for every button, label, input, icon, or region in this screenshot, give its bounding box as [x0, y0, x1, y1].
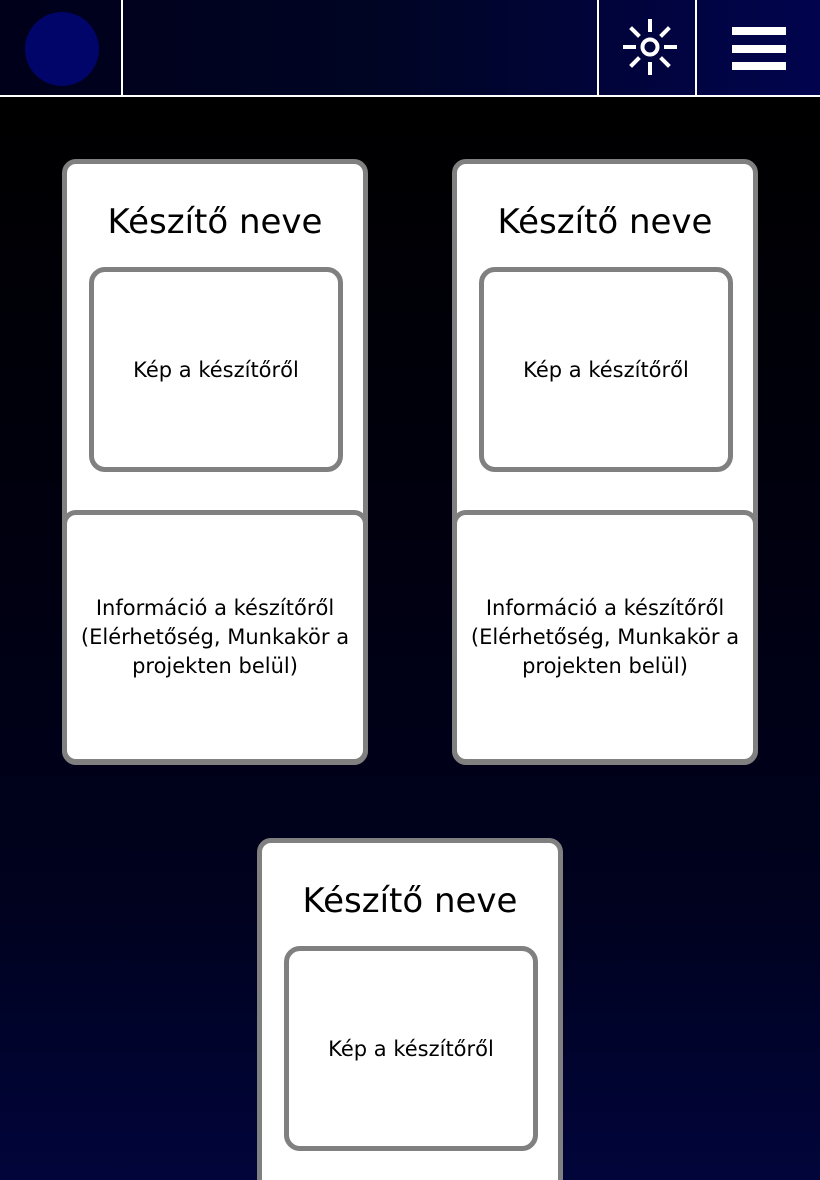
team-member-card: Készítő neve Kép a készítőről Információ…	[62, 159, 368, 765]
member-photo-placeholder: Kép a készítőről	[479, 267, 733, 472]
team-member-card: Készítő neve Kép a készítőről	[257, 838, 563, 1180]
menu-bar-top	[732, 27, 786, 35]
member-name: Készítő neve	[107, 202, 323, 242]
team-member-card: Készítő neve Kép a készítőről Információ…	[452, 159, 758, 765]
menu-button[interactable]	[697, 0, 820, 96]
member-name: Készítő neve	[497, 202, 713, 242]
menu-bar-middle	[732, 45, 786, 53]
menu-bar-bottom	[732, 62, 786, 70]
member-photo-placeholder: Kép a készítőről	[89, 267, 343, 472]
member-info-text: Információ a készítőről (Elérhetőség, Mu…	[62, 510, 368, 764]
top-header	[0, 0, 820, 97]
logo-circle[interactable]	[25, 12, 99, 86]
member-info-text: Információ a készítőről (Elérhetőség, Mu…	[452, 510, 758, 764]
member-name: Készítő neve	[302, 881, 518, 921]
member-photo-placeholder: Kép a készítőről	[284, 946, 538, 1151]
sun-icon	[623, 19, 677, 75]
theme-toggle-button[interactable]	[597, 0, 697, 96]
team-section: Készítő neve Kép a készítőről Információ…	[0, 97, 820, 1180]
logo-cell[interactable]	[0, 0, 123, 96]
